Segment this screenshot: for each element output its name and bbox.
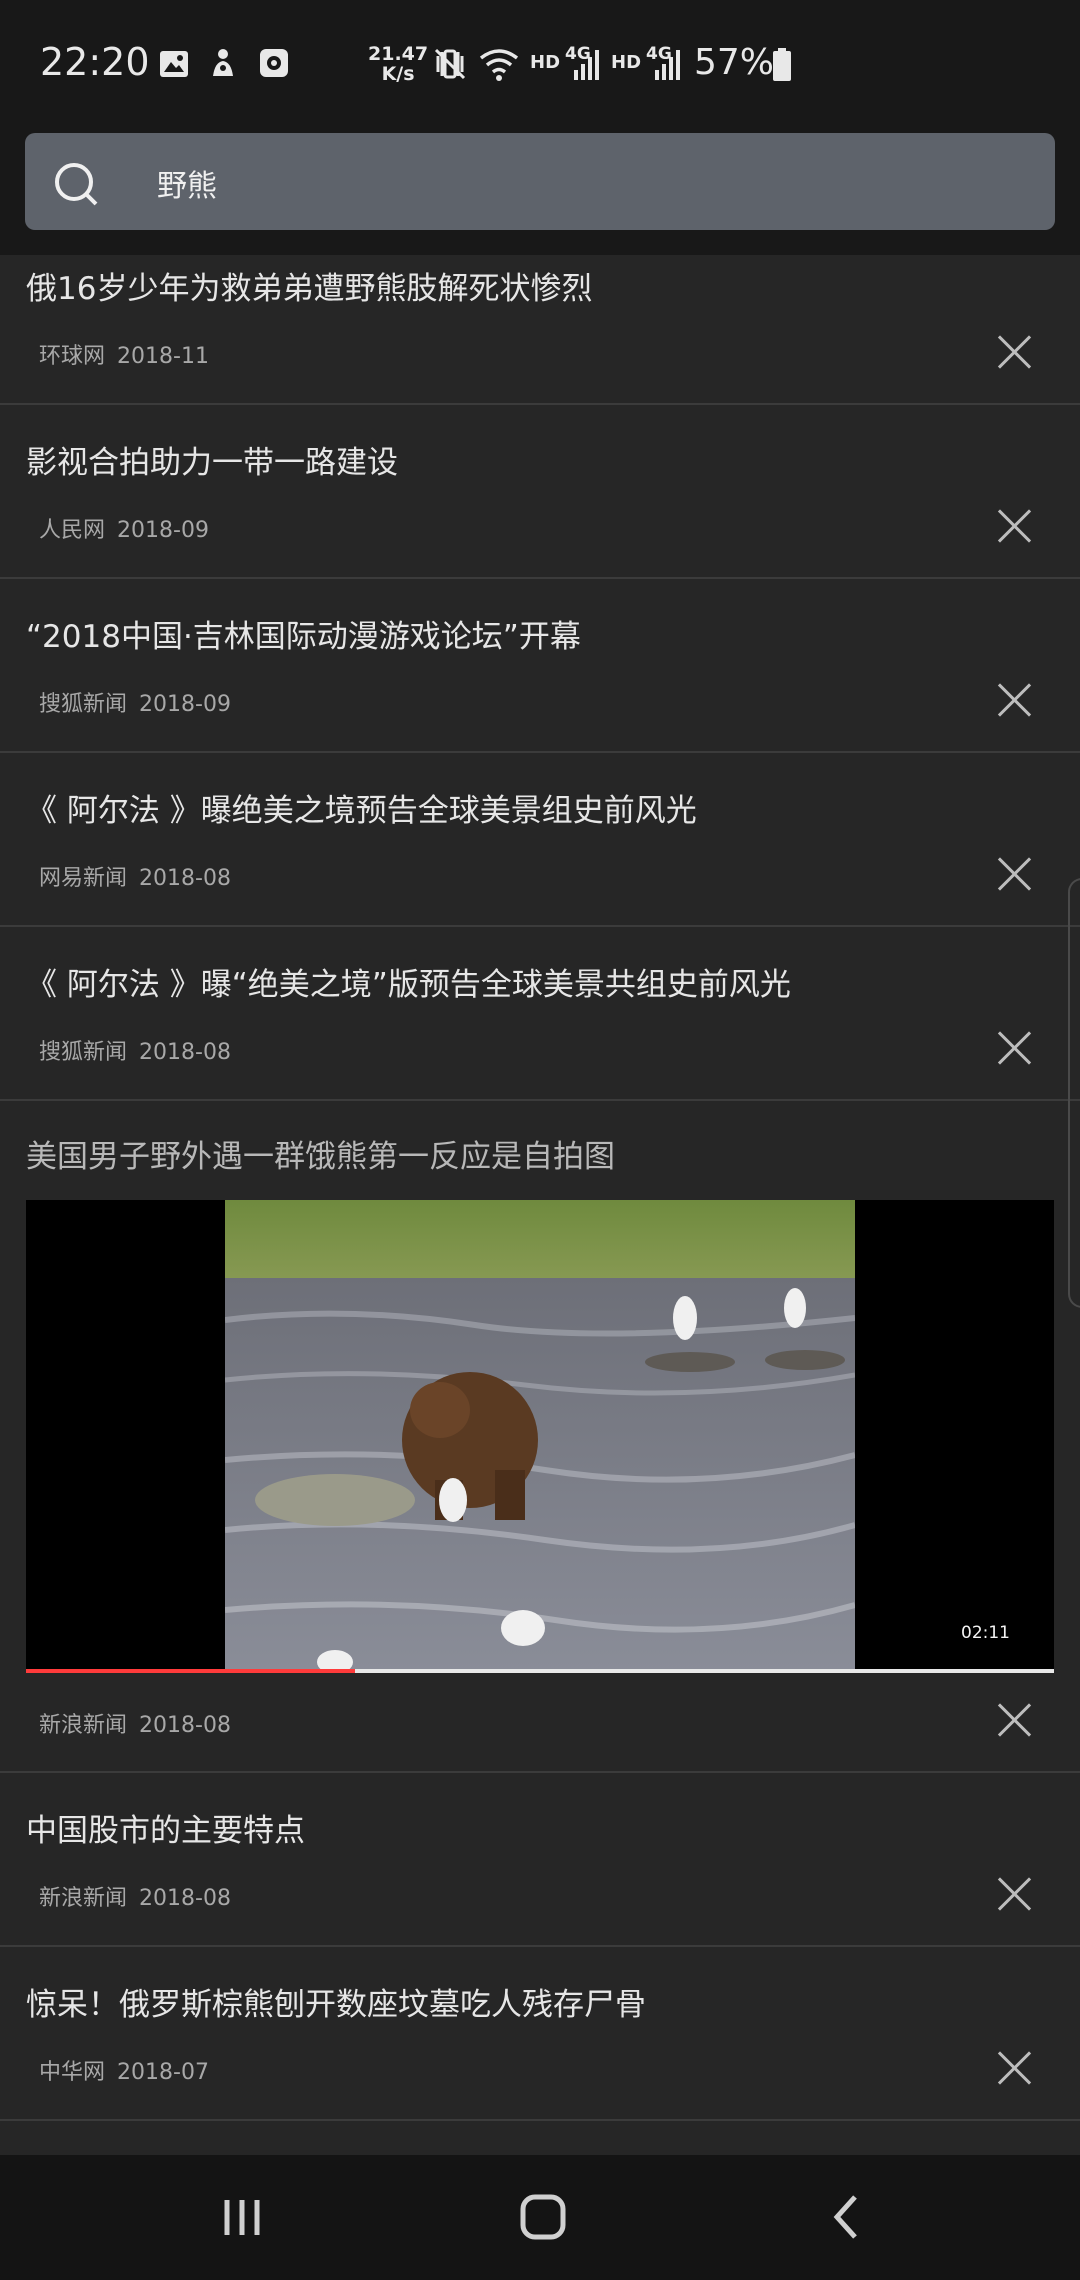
news-date: 2018-08 <box>139 1713 231 1738</box>
news-item[interactable]: 俄16岁少年为救弟弟遭野熊肢解死状惨烈 环球网 2018-11 <box>0 255 1080 405</box>
signal-icon <box>655 50 680 80</box>
news-meta: 环球网 2018-11 <box>39 338 209 370</box>
news-date: 2018-11 <box>117 344 209 369</box>
news-meta: 新浪新闻 2018-08 <box>39 1707 231 1739</box>
news-item[interactable]: 影视合拍助力一带一路建设 人民网 2018-09 <box>0 405 1080 579</box>
back-icon[interactable] <box>787 2155 907 2280</box>
search-area: 野熊 <box>0 130 1080 255</box>
news-item[interactable]: 惊呆！俄罗斯棕熊刨开数座坟墓吃人残存尸骨 中华网 2018-07 <box>0 1947 1080 2121</box>
news-meta: 搜狐新闻 2018-08 <box>39 1034 231 1066</box>
news-title[interactable]: 惊呆！俄罗斯棕熊刨开数座坟墓吃人残存尸骨 <box>26 1979 646 2024</box>
notification-app-icon <box>213 49 233 76</box>
wifi-icon <box>479 49 519 81</box>
news-meta: 搜狐新闻 2018-09 <box>39 686 231 718</box>
close-icon[interactable] <box>996 1030 1032 1066</box>
news-source: 新浪新闻 <box>39 1886 128 1911</box>
news-list: 俄16岁少年为救弟弟遭野熊肢解死状惨烈 环球网 2018-11 影视合拍助力一带一… <box>0 255 1080 2155</box>
news-title[interactable]: 美国男子野外遇一群饿熊第一反应是自拍图 <box>26 1131 615 1176</box>
search-query[interactable]: 野熊 <box>157 161 217 205</box>
news-source: 搜狐新闻 <box>39 692 128 717</box>
close-icon[interactable] <box>996 856 1032 892</box>
news-date: 2018-09 <box>117 518 209 543</box>
close-icon[interactable] <box>996 1702 1032 1738</box>
news-date: 2018-08 <box>139 866 231 891</box>
status-time: 22:20 <box>40 40 150 84</box>
news-date: 2018-08 <box>139 1886 231 1911</box>
network-speed: 21.47 K/s <box>368 44 428 84</box>
news-title[interactable]: “2018中国·吉林国际动漫游戏论坛”开幕 <box>26 611 581 656</box>
image-icon <box>160 51 188 77</box>
news-title[interactable]: 影视合拍助力一带一路建设 <box>26 437 398 482</box>
news-source: 中华网 <box>39 2060 106 2085</box>
close-icon[interactable] <box>996 1876 1032 1912</box>
news-title[interactable]: 中国股市的主要特点 <box>26 1805 305 1850</box>
news-meta: 新浪新闻 2018-08 <box>39 1880 231 1912</box>
news-source: 环球网 <box>39 344 106 369</box>
news-date: 2018-08 <box>139 1040 231 1065</box>
news-item[interactable]: “2018中国·吉林国际动漫游戏论坛”开幕 搜狐新闻 2018-09 <box>0 579 1080 753</box>
hd-label-2: HD <box>611 52 642 73</box>
battery-percent: 57% <box>694 42 775 83</box>
edge-panel-handle[interactable] <box>1068 878 1080 1308</box>
video-player[interactable]: 02:11 <box>26 1200 1054 1673</box>
close-icon[interactable] <box>996 508 1032 544</box>
status-bar: 22:20 21.47 K/s HD 4G HD 4G 57% <box>0 0 1080 130</box>
recent-apps-icon[interactable] <box>182 2155 302 2280</box>
search-icon[interactable] <box>52 160 102 210</box>
signal-icon <box>574 50 599 80</box>
battery-icon <box>773 48 791 81</box>
navigation-bar <box>0 2155 1080 2280</box>
news-item-video[interactable]: 美国男子野外遇一群饿熊第一反应是自拍图 02:11 新浪新闻 2018-08 <box>0 1101 1080 1773</box>
hd-label-1: HD <box>530 52 561 73</box>
news-date: 2018-09 <box>139 692 231 717</box>
network-speed-value: 21.47 <box>368 43 429 65</box>
news-item[interactable]: 《 阿尔法 》曝“绝美之境”版预告全球美景共组史前风光 搜狐新闻 2018-08 <box>0 927 1080 1101</box>
news-item[interactable]: 《 阿尔法 》曝绝美之境预告全球美景组史前风光 网易新闻 2018-08 <box>0 753 1080 927</box>
news-meta: 中华网 2018-07 <box>39 2054 209 2086</box>
screenshot-app-icon <box>260 49 288 77</box>
news-meta: 人民网 2018-09 <box>39 512 209 544</box>
search-box[interactable]: 野熊 <box>25 133 1055 230</box>
news-title[interactable]: 《 阿尔法 》曝绝美之境预告全球美景组史前风光 <box>26 785 697 830</box>
news-source: 人民网 <box>39 518 106 543</box>
close-icon[interactable] <box>996 334 1032 370</box>
news-title[interactable]: 俄16岁少年为救弟弟遭野熊肢解死状惨烈 <box>26 263 592 308</box>
news-source: 网易新闻 <box>39 866 128 891</box>
network-speed-unit: K/s <box>381 63 415 85</box>
close-icon[interactable] <box>996 682 1032 718</box>
mute-vibrate-icon <box>434 48 466 80</box>
home-icon[interactable] <box>483 2155 603 2280</box>
news-date: 2018-07 <box>117 2060 209 2085</box>
close-icon[interactable] <box>996 2050 1032 2086</box>
news-title[interactable]: 《 阿尔法 》曝“绝美之境”版预告全球美景共组史前风光 <box>26 959 791 1004</box>
news-source: 新浪新闻 <box>39 1713 128 1738</box>
news-meta: 网易新闻 2018-08 <box>39 860 231 892</box>
video-thumbnail[interactable] <box>225 1200 855 1672</box>
video-progress-fill <box>26 1669 355 1673</box>
news-item[interactable]: 中国股市的主要特点 新浪新闻 2018-08 <box>0 1773 1080 1947</box>
news-source: 搜狐新闻 <box>39 1040 128 1065</box>
video-duration: 02:11 <box>961 1623 1010 1643</box>
